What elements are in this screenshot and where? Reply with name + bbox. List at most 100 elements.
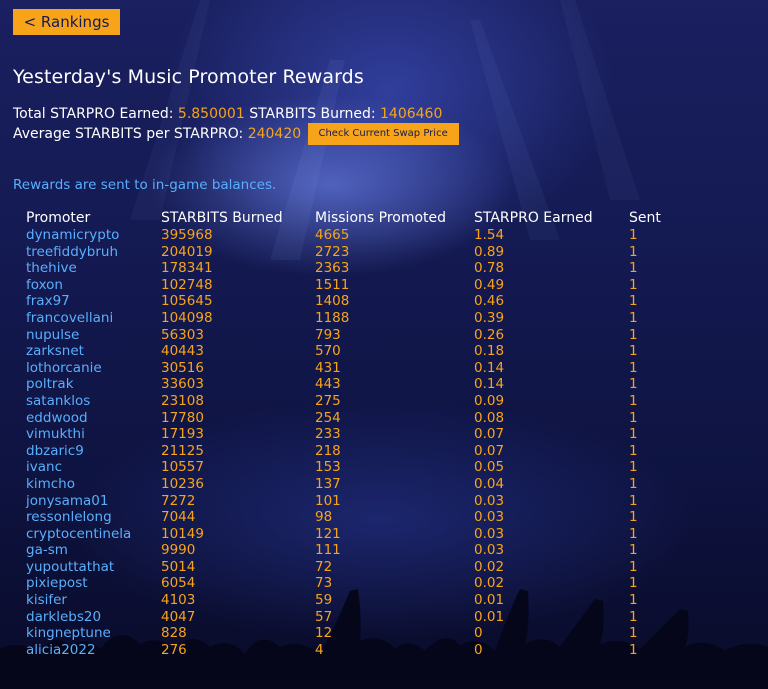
starbits-burned-value: 1406460 xyxy=(380,106,443,122)
sent-cell: 1 xyxy=(629,243,638,260)
header-missions-promoted: Missions Promoted xyxy=(315,210,447,226)
table-row: ressonlelong 7044 98 0.03 1 xyxy=(26,509,669,526)
table-row: frax97 105645 1408 0.46 1 xyxy=(26,293,669,310)
sent-cell: 1 xyxy=(629,227,638,243)
starbits-burned-cell: 23108 xyxy=(161,392,204,409)
promoter-name[interactable]: thehive xyxy=(26,260,161,277)
starpro-earned-cell: 0.14 xyxy=(474,376,505,393)
missions-promoted-cell: 73 xyxy=(315,575,333,592)
promoter-name[interactable]: kimcho xyxy=(26,476,161,493)
table-header-row: Promoter STARBITS Burned Missions Promot… xyxy=(26,209,669,227)
starpro-earned-cell: 0.09 xyxy=(474,392,505,409)
promoter-name[interactable]: alicia2022 xyxy=(26,642,161,659)
sent-cell: 1 xyxy=(629,641,638,658)
missions-promoted-cell: 137 xyxy=(315,475,341,492)
sent-cell: 1 xyxy=(629,309,638,326)
promoter-name[interactable]: francovellani xyxy=(26,310,161,327)
rewards-note: Rewards are sent to in-game balances. xyxy=(13,177,277,193)
table-row: nupulse 56303 793 0.26 1 xyxy=(26,327,669,344)
sent-cell: 1 xyxy=(629,492,638,509)
promoter-name[interactable]: ga-sm xyxy=(26,542,161,559)
reward-stats: Total STARPRO Earned: 5.850001 STARBITS … xyxy=(13,105,459,145)
promoter-name[interactable]: darklebs20 xyxy=(26,609,161,626)
promoter-name[interactable]: foxon xyxy=(26,277,161,294)
starpro-earned-cell: 0.02 xyxy=(474,575,505,592)
promoter-name[interactable]: vimukthi xyxy=(26,426,161,443)
promoter-name[interactable]: ressonlelong xyxy=(26,509,161,526)
starbits-burned-cell: 21125 xyxy=(161,442,204,459)
table-row: satanklos 23108 275 0.09 1 xyxy=(26,393,669,410)
table-row: kimcho 10236 137 0.04 1 xyxy=(26,476,669,493)
starpro-earned-cell: 0.78 xyxy=(474,260,505,277)
starpro-earned-cell: 0.02 xyxy=(474,558,505,575)
promoter-name[interactable]: kingneptune xyxy=(26,625,161,642)
starpro-earned-cell: 0.03 xyxy=(474,525,505,542)
sent-cell: 1 xyxy=(629,376,638,393)
promoter-name[interactable]: cryptocentinela xyxy=(26,526,161,543)
average-label: Average STARBITS per STARPRO: xyxy=(13,126,244,142)
starpro-earned-cell: 0.03 xyxy=(474,542,505,559)
table-row: treefiddybruh 204019 2723 0.89 1 xyxy=(26,244,669,261)
missions-promoted-cell: 2363 xyxy=(315,260,350,277)
promoter-name[interactable]: dbzaric9 xyxy=(26,443,161,460)
starbits-burned-cell: 395968 xyxy=(161,227,213,243)
starbits-burned-cell: 10557 xyxy=(161,459,204,476)
header-promoter: Promoter xyxy=(26,210,91,226)
table-row: eddwood 17780 254 0.08 1 xyxy=(26,410,669,427)
table-row: kisifer 4103 59 0.01 1 xyxy=(26,592,669,609)
promoter-name[interactable]: zarksnet xyxy=(26,343,161,360)
starpro-earned-cell: 0 xyxy=(474,625,483,642)
starbits-burned-cell: 4103 xyxy=(161,592,196,609)
promoter-name[interactable]: dynamicrypto xyxy=(26,227,161,244)
starpro-earned-cell: 0.18 xyxy=(474,343,505,360)
sent-cell: 1 xyxy=(629,442,638,459)
page-title: Yesterday's Music Promoter Rewards xyxy=(13,66,364,88)
promoter-name[interactable]: kisifer xyxy=(26,592,161,609)
sent-cell: 1 xyxy=(629,260,638,277)
missions-promoted-cell: 4665 xyxy=(315,227,350,243)
table-row: vimukthi 17193 233 0.07 1 xyxy=(26,426,669,443)
missions-promoted-cell: 101 xyxy=(315,492,341,509)
missions-promoted-cell: 98 xyxy=(315,509,333,526)
starpro-earned-cell: 0.01 xyxy=(474,592,505,609)
missions-promoted-cell: 2723 xyxy=(315,243,350,260)
promoter-name[interactable]: lothorcanie xyxy=(26,360,161,377)
table-row: poltrak 33603 443 0.14 1 xyxy=(26,376,669,393)
check-swap-price-button[interactable]: Check Current Swap Price xyxy=(307,123,459,145)
starbits-burned-cell: 276 xyxy=(161,641,187,658)
promoter-name[interactable]: eddwood xyxy=(26,410,161,427)
promoter-name[interactable]: yupouttathat xyxy=(26,559,161,576)
missions-promoted-cell: 275 xyxy=(315,392,341,409)
promoter-name[interactable]: frax97 xyxy=(26,293,161,310)
missions-promoted-cell: 1511 xyxy=(315,276,350,293)
starbits-burned-cell: 10236 xyxy=(161,475,204,492)
total-starpro-label: Total STARPRO Earned: xyxy=(13,106,174,122)
sent-cell: 1 xyxy=(629,608,638,625)
header-starpro-earned: STARPRO Earned xyxy=(474,210,593,226)
promoter-name[interactable]: poltrak xyxy=(26,376,161,393)
starbits-burned-cell: 33603 xyxy=(161,376,204,393)
missions-promoted-cell: 57 xyxy=(315,608,333,625)
table-row: ivanc 10557 153 0.05 1 xyxy=(26,459,669,476)
promoter-name[interactable]: jonysama01 xyxy=(26,493,161,510)
missions-promoted-cell: 121 xyxy=(315,525,341,542)
starbits-burned-cell: 7272 xyxy=(161,492,196,509)
promoter-name[interactable]: ivanc xyxy=(26,459,161,476)
missions-promoted-cell: 570 xyxy=(315,343,341,360)
back-to-rankings-button[interactable]: < Rankings xyxy=(13,9,120,35)
table-row: ga-sm 9990 111 0.03 1 xyxy=(26,542,669,559)
promoter-name[interactable]: nupulse xyxy=(26,327,161,344)
starbits-burned-cell: 5014 xyxy=(161,558,196,575)
missions-promoted-cell: 1408 xyxy=(315,293,350,310)
promoter-name[interactable]: satanklos xyxy=(26,393,161,410)
sent-cell: 1 xyxy=(629,293,638,310)
starpro-earned-cell: 0.39 xyxy=(474,309,505,326)
promoter-name[interactable]: pixiepost xyxy=(26,575,161,592)
starbits-burned-cell: 9990 xyxy=(161,542,196,559)
missions-promoted-cell: 233 xyxy=(315,426,341,443)
starbits-burned-cell: 17780 xyxy=(161,409,204,426)
sent-cell: 1 xyxy=(629,625,638,642)
promoter-name[interactable]: treefiddybruh xyxy=(26,244,161,261)
starbits-burned-label: STARBITS Burned: xyxy=(249,106,376,122)
table-row: thehive 178341 2363 0.78 1 xyxy=(26,260,669,277)
